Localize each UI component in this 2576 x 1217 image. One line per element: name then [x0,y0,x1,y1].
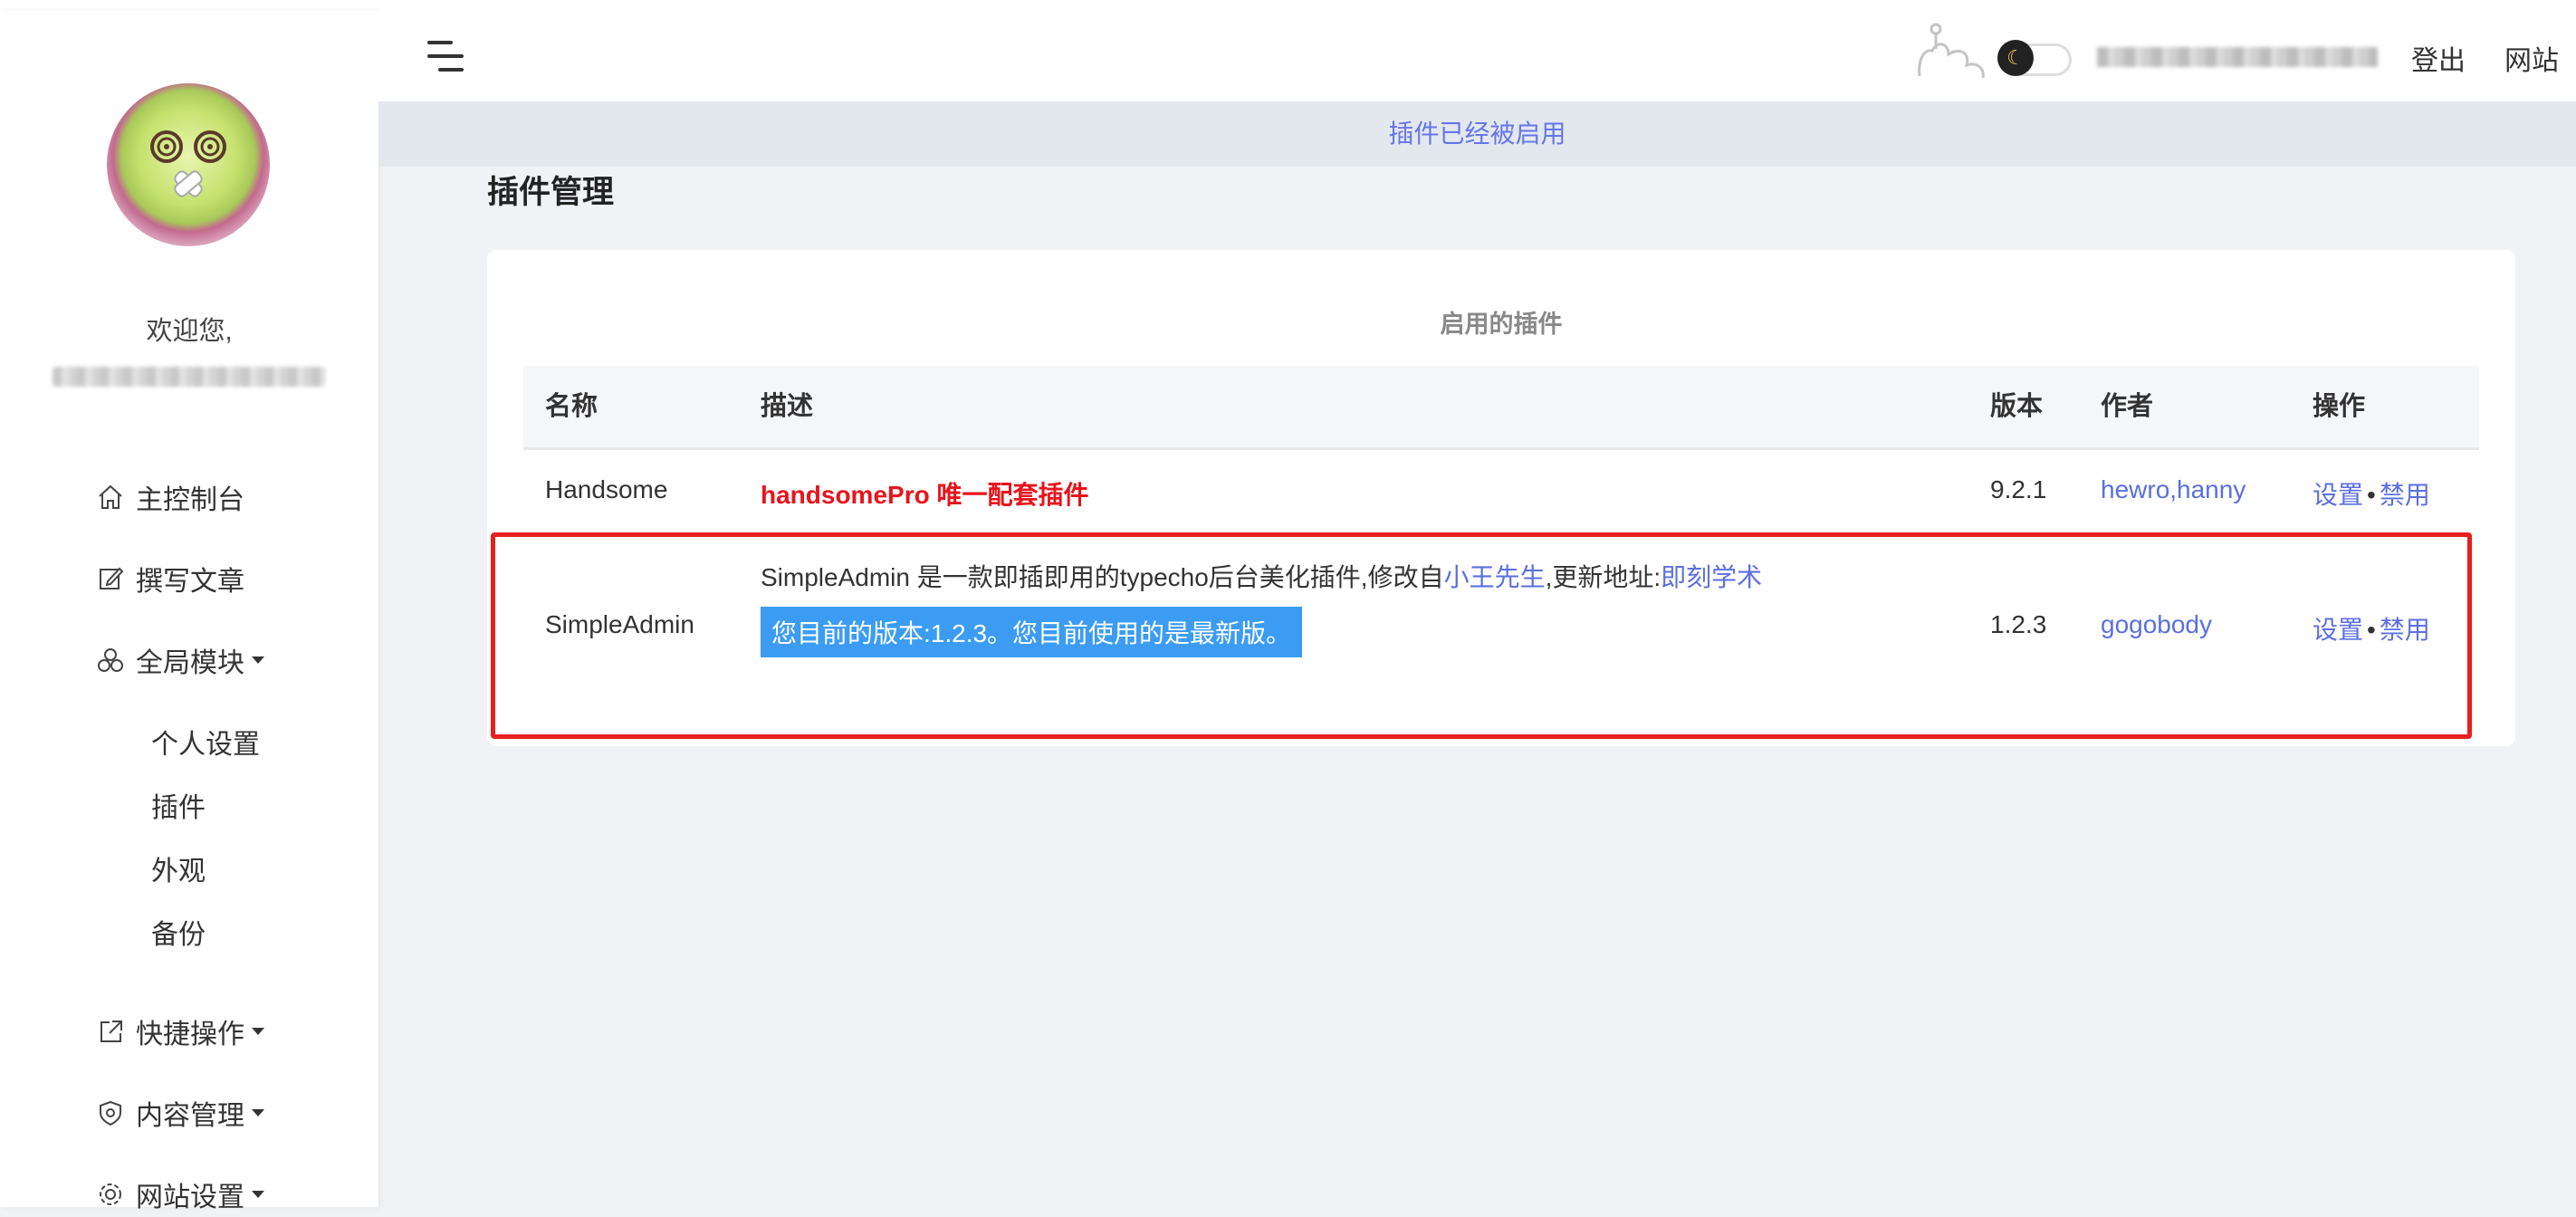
nav-quick-actions-label: 快捷操作 [136,1020,244,1049]
plugin-version: 1.2.3 [1990,610,2047,638]
version-notice: 您目前的版本:1.2.3。您目前使用的是最新版。 [761,607,1303,657]
column-header-author: 作者 [2101,392,2154,421]
username-redacted [53,367,326,387]
nav-dashboard[interactable]: 主控制台 [94,474,244,520]
settings-link[interactable]: 设置 [2313,616,2363,644]
nav-content-management[interactable]: 内容管理 [94,1090,264,1136]
disable-link[interactable]: 禁用 [2380,616,2430,644]
plugin-author-link[interactable]: hewro,hanny [2101,475,2246,504]
chevron-down-icon [252,1191,264,1198]
nav-site-settings-label: 网站设置 [136,1183,244,1212]
sub-item-appearance[interactable]: 外观 [151,848,206,888]
notice-banner: 插件已经被启用 [378,101,2576,167]
welcome-text: 欢迎您, [146,317,233,346]
table-row: Handsome handsomePro 唯一配套插件 9.2.1 hewro,… [523,450,2479,532]
sub-item-backup[interactable]: 备份 [151,912,206,952]
email-redacted [2097,47,2378,67]
nav-site-settings[interactable]: 网站设置 [94,1172,264,1217]
update-url-link[interactable]: 即刻学术 [1661,563,1762,591]
external-link-icon [94,1015,127,1048]
version-notice-text: 您目前的版本:1.2.3。您目前使用的是最新版。 [761,607,1303,657]
moon-icon[interactable]: ☾ [1997,40,2034,76]
menu-toggle-icon[interactable] [427,41,464,73]
description-text: SimpleAdmin 是一款即插即用的typecho后台美化插件,修改自 [761,563,1444,591]
nav-content-management-label: 内容管理 [136,1101,244,1131]
cat-decoration-icon [1912,22,2012,84]
plugin-version: 9.2.1 [1990,475,2047,503]
modules-icon [94,644,127,676]
table-row: SimpleAdmin SimpleAdmin 是一款即插即用的typecho后… [523,534,2479,715]
plugin-description: handsomePro 唯一配套插件 [761,481,1089,509]
plugin-description: SimpleAdmin 是一款即插即用的typecho后台美化插件,修改自小王先… [761,558,1938,594]
chevron-down-icon [252,656,264,664]
sub-item-plugins[interactable]: 插件 [151,785,206,825]
gear-icon [94,1178,127,1211]
site-link[interactable]: 网站 [2504,38,2559,78]
column-header-actions: 操作 [2313,392,2366,421]
nav-global-modules[interactable]: 全局模块 [94,637,264,683]
table-header: 名称 描述 版本 作者 操作 [523,366,2479,450]
plugin-actions: 设置 • 禁用 [2313,481,2430,509]
plugins-card: 启用的插件 名称 描述 版本 作者 操作 Handsome handsomePr… [487,250,2515,746]
chevron-down-icon [252,1028,264,1035]
sidebar: 欢迎您, 主控制台 撰写文章 全局模块 个人设置 插件 外观 备份 快捷操作 内… [0,11,378,1212]
shield-icon [94,1097,127,1129]
nav-write-post[interactable]: 撰写文章 [94,556,244,601]
logout-link[interactable]: 登出 [2411,38,2466,78]
notice-text: 插件已经被启用 [1388,120,1566,148]
nav-write-post-label: 撰写文章 [136,567,244,597]
nav-quick-actions[interactable]: 快捷操作 [94,1009,264,1054]
column-header-version: 版本 [1990,392,2044,421]
chevron-down-icon [252,1109,264,1116]
avatar[interactable] [107,83,270,246]
author-origin-link[interactable]: 小王先生 [1444,563,1546,591]
plugin-name: SimpleAdmin [545,610,694,638]
sub-item-profile[interactable]: 个人设置 [151,722,260,762]
nav-global-modules-label: 全局模块 [136,648,244,678]
plugin-name: Handsome [545,475,668,503]
plugin-author-link[interactable]: gogobody [2101,610,2212,639]
disable-link[interactable]: 禁用 [2380,481,2430,509]
home-icon [94,481,127,513]
settings-link[interactable]: 设置 [2313,481,2363,509]
table-caption: 启用的插件 [1440,311,1563,338]
column-header-description: 描述 [761,392,814,421]
plugin-actions: 设置 • 禁用 [2313,616,2430,644]
column-header-name: 名称 [545,392,599,421]
nav-dashboard-label: 主控制台 [136,485,244,515]
page-title: 插件管理 [487,175,615,210]
description-text-2: ,更新地址: [1545,563,1661,591]
edit-icon [94,562,127,595]
